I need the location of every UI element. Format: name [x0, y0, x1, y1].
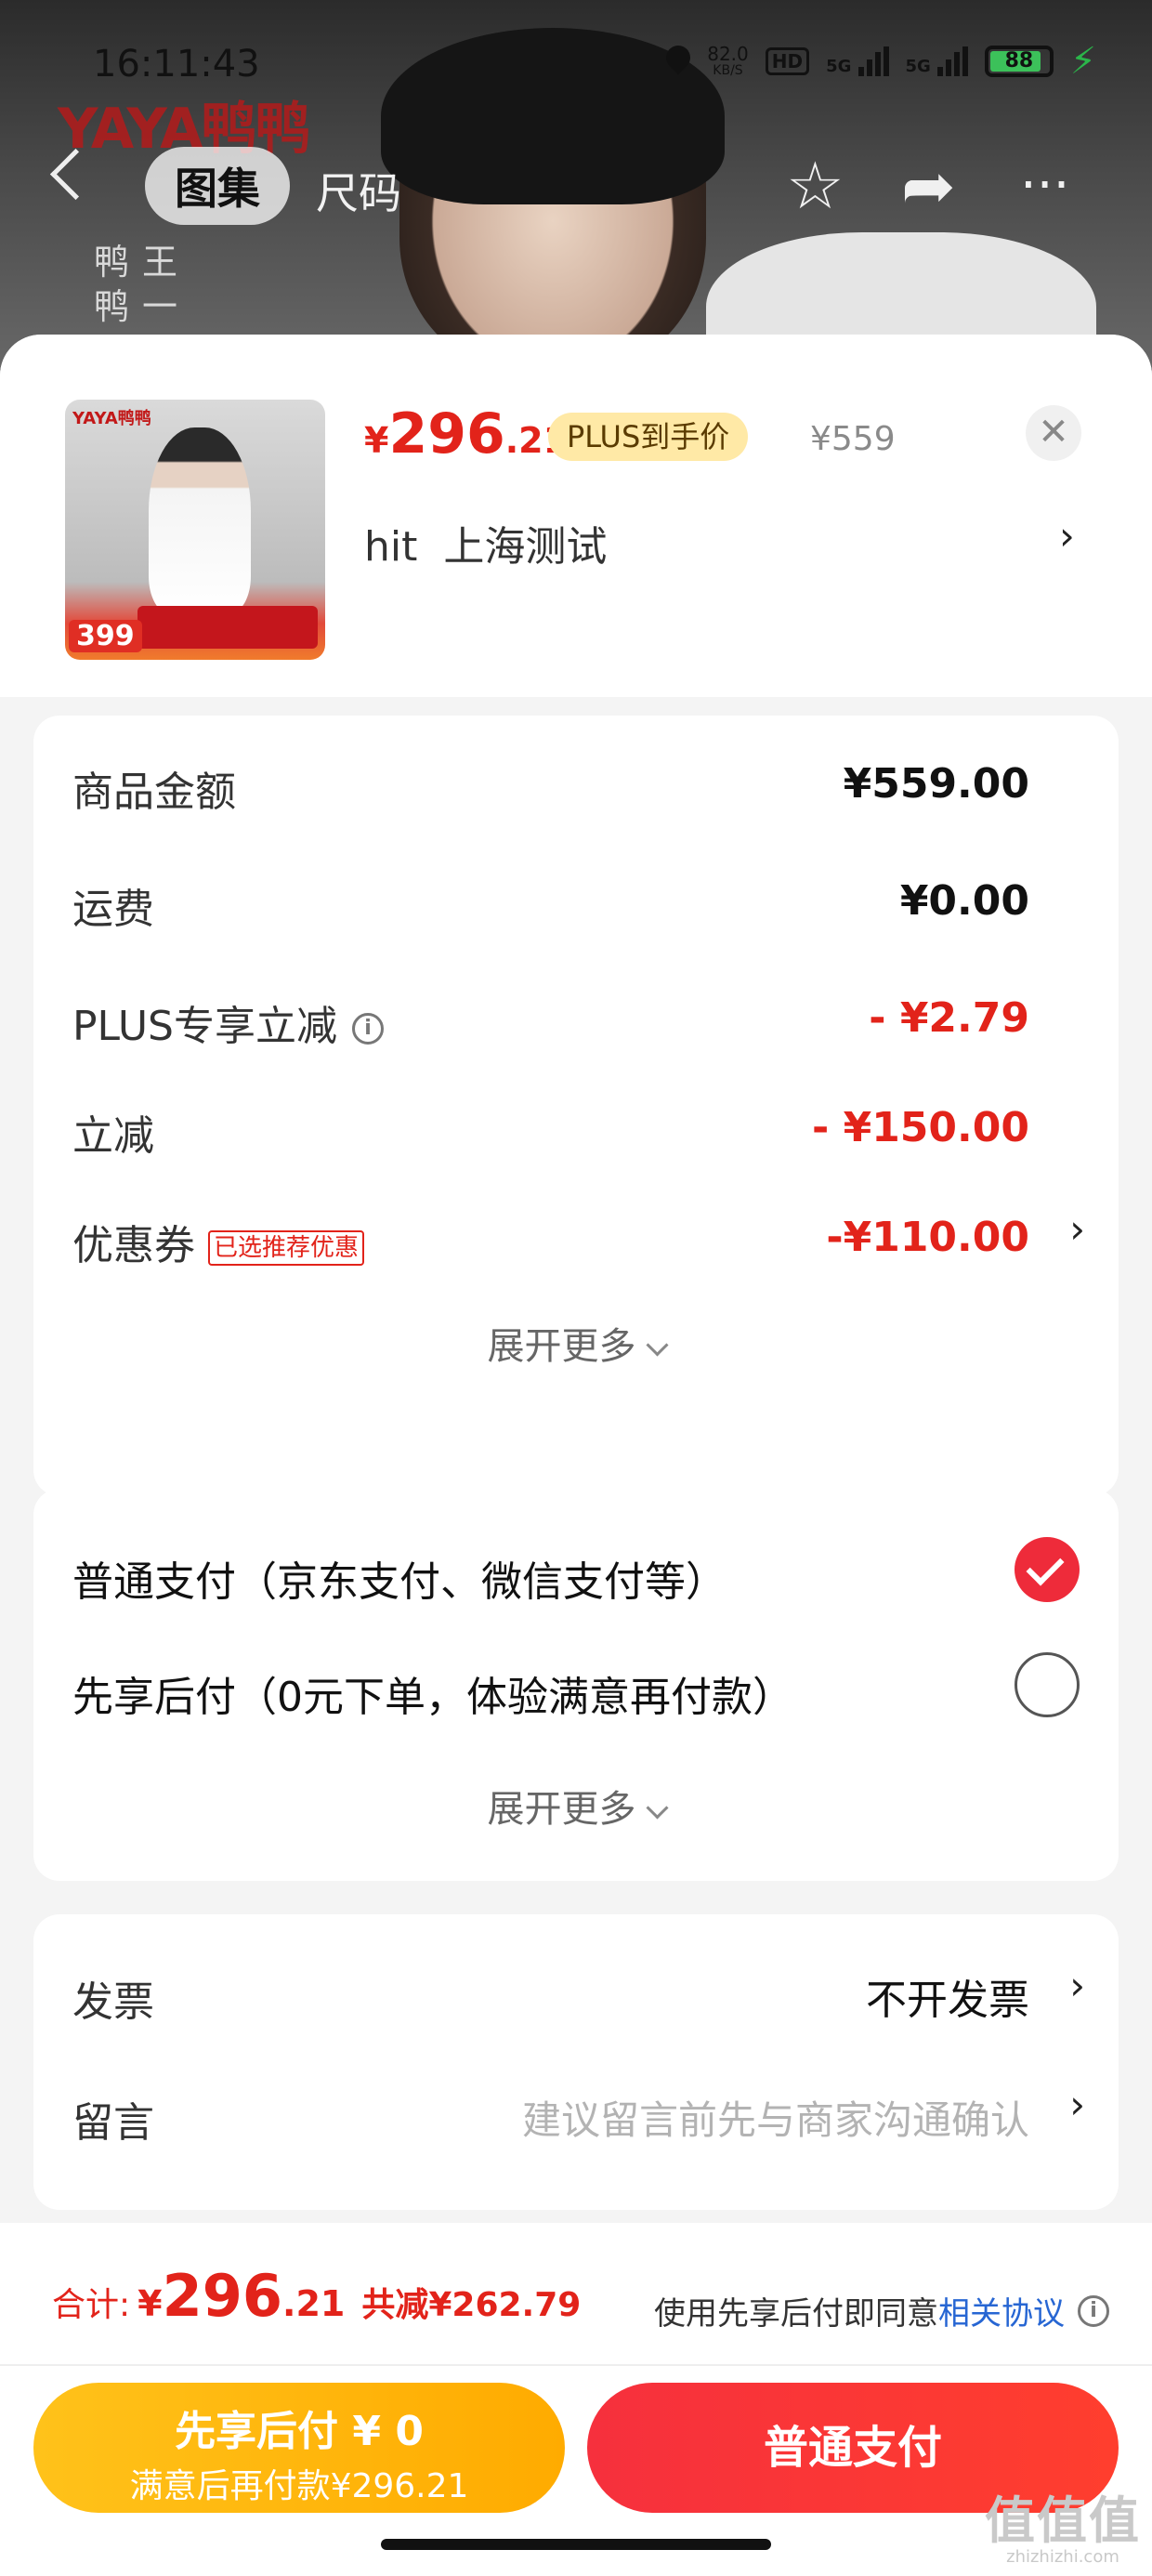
chevron-right-icon[interactable]: ›: [1059, 513, 1075, 559]
product-price: ¥ 296 .21: [364, 401, 568, 467]
info-icon[interactable]: i: [352, 1013, 384, 1045]
shipping-label: 运费: [72, 886, 154, 933]
speed-unit: KB/S: [713, 63, 743, 78]
chevron-down-icon: [645, 1334, 669, 1357]
location-icon: [666, 46, 690, 77]
payment-option-later[interactable]: 先享后付（0元下单，体验满意再付款）: [72, 1663, 793, 1723]
signal-bars-icon: [936, 46, 968, 76]
message-placeholder[interactable]: 建议留言前先与商家沟通确认: [522, 2089, 1029, 2146]
expand-more-label: 展开更多: [487, 1788, 636, 1831]
chevron-down-icon: [645, 1796, 669, 1820]
footer-divider: [0, 2364, 1152, 2366]
agreement-text: 使用先享后付即同意 相关协议 i: [654, 2288, 1109, 2333]
coupon-row[interactable]: 优惠券 已选推荐优惠: [72, 1212, 365, 1271]
extras-card: 发票 不开发票 › 留言 建议留言前先与商家沟通确认 ›: [33, 1914, 1119, 2210]
hd-icon: HD: [765, 47, 810, 75]
more-icon[interactable]: ···: [1020, 149, 1069, 223]
radio-selected-icon[interactable]: [1015, 1537, 1080, 1602]
pay-later-subtitle: 满意后再付款¥296.21: [129, 2467, 469, 2505]
charging-icon: ⚡: [1069, 40, 1096, 83]
checkout-footer: 合计: ¥ 296 .21 共减¥262.79 使用先享后付即同意 相关协议 i…: [0, 2223, 1152, 2576]
network-speed: 82.0 KB/S: [707, 45, 749, 78]
expand-more-payment[interactable]: 展开更多: [33, 1779, 1119, 1833]
net-label-1: 5G: [826, 57, 852, 76]
product-image-hero[interactable]: YAYA鸭鸭 鸭鸭品 王一 16:11:43 82.0 KB/S HD 5G 5…: [0, 0, 1152, 390]
pay-later-title: 先享后付 ¥ 0: [175, 2408, 424, 2455]
shipping-value: ¥0.00: [899, 877, 1029, 925]
tab-gallery[interactable]: 图集: [145, 147, 290, 225]
plus-discount-label: PLUS专享立减: [72, 1003, 337, 1050]
status-time: 16:11:43: [93, 43, 260, 85]
radio-unselected-icon[interactable]: [1015, 1652, 1080, 1717]
share-icon[interactable]: ➦: [901, 149, 956, 223]
watermark-url: zhizhizhi.com: [1006, 2547, 1119, 2567]
plus-discount-row: PLUS专享立减 i: [72, 992, 384, 1052]
invoice-value[interactable]: 不开发票: [866, 1966, 1029, 2026]
battery-icon: 88: [984, 46, 1054, 77]
watermark: 值值值 zhizhizhi.com: [985, 2491, 1141, 2568]
chevron-right-icon[interactable]: ›: [1069, 1206, 1085, 1252]
expand-more-summary[interactable]: 展开更多: [33, 1316, 1119, 1370]
instant-discount-value: - ¥150.00: [812, 1104, 1029, 1151]
coupon-value[interactable]: -¥110.00: [826, 1214, 1029, 1261]
chevron-right-icon[interactable]: ›: [1069, 1963, 1085, 2008]
subtotal-label: 商品金额: [72, 769, 236, 816]
battery-level: 88: [1004, 49, 1034, 72]
plus-price-badge: PLUS到手价: [548, 413, 749, 461]
home-indicator[interactable]: [381, 2539, 771, 2550]
net-label-2: 5G: [905, 57, 931, 76]
price-integer: 296: [388, 401, 505, 467]
hero-vertical-text-2: 王一: [141, 242, 177, 327]
price-summary-card: 商品金额 ¥559.00 运费 ¥0.00 PLUS专享立减 i - ¥2.79: [33, 716, 1119, 1136]
signal-bars-icon: [857, 46, 889, 76]
agreement-label: 使用先享后付即同意: [654, 2295, 938, 2333]
total-saved: 共减¥262.79: [361, 2286, 582, 2324]
agreement-link[interactable]: 相关协议: [938, 2288, 1065, 2333]
coupon-tag: 已选推荐优惠: [208, 1230, 365, 1266]
thumb-banner: [137, 606, 318, 649]
message-label: 留言: [72, 2099, 154, 2147]
info-icon[interactable]: i: [1078, 2294, 1109, 2327]
thumb-model: [149, 427, 251, 613]
speed-value: 82.0: [707, 43, 749, 65]
instant-discount-label: 立减: [72, 1112, 154, 1160]
total-integer: 296: [162, 2262, 283, 2330]
total-label: 合计:: [52, 2286, 131, 2324]
total-symbol: ¥: [137, 2283, 163, 2324]
order-total: 合计: ¥ 296 .21 共减¥262.79: [52, 2262, 581, 2330]
star-icon[interactable]: ☆: [786, 149, 844, 223]
signal-5g-icon-2: 5G: [906, 46, 968, 76]
total-decimal: .21: [282, 2283, 346, 2324]
product-thumbnail[interactable]: YAYA鸭鸭 399: [65, 400, 325, 660]
pay-later-button[interactable]: 先享后付 ¥ 0 满意后再付款¥296.21: [33, 2383, 565, 2513]
signal-5g-icon-1: 5G: [826, 46, 889, 76]
original-price: ¥559: [810, 420, 896, 458]
invoice-label: 发票: [72, 1978, 154, 2026]
watermark-logo: 值值值: [985, 2491, 1141, 2550]
payment-method-card: 普通支付（京东支付、微信支付等） 先享后付（0元下单，体验满意再付款） 展开更多: [33, 1489, 1119, 1881]
status-icons: 82.0 KB/S HD 5G 5G 88 ⚡: [666, 40, 1096, 83]
expand-more-label: 展开更多: [487, 1325, 636, 1368]
thumb-brand: YAYA鸭鸭: [72, 409, 151, 428]
tab-size[interactable]: 尺码: [316, 160, 401, 221]
payment-option-normal[interactable]: 普通支付（京东支付、微信支付等）: [72, 1548, 727, 1608]
sheet-header: YAYA鸭鸭 399 ¥ 296 .21 PLUS到手价 ¥559 ✕ hit …: [0, 335, 1152, 697]
coupon-label: 优惠券: [72, 1222, 195, 1269]
subtotal-value: ¥559.00: [843, 760, 1029, 808]
price-summary-card-lower: 立减 - ¥150.00 优惠券 已选推荐优惠 -¥110.00 › 展开更多: [33, 1087, 1119, 1496]
price-symbol: ¥: [364, 420, 389, 461]
thumb-price-badge: 399: [69, 620, 142, 652]
close-icon[interactable]: ✕: [1026, 405, 1081, 461]
plus-discount-value: - ¥2.79: [869, 994, 1029, 1042]
shipping-address[interactable]: hit 上海测试: [364, 513, 607, 572]
chevron-right-icon[interactable]: ›: [1069, 2082, 1085, 2127]
